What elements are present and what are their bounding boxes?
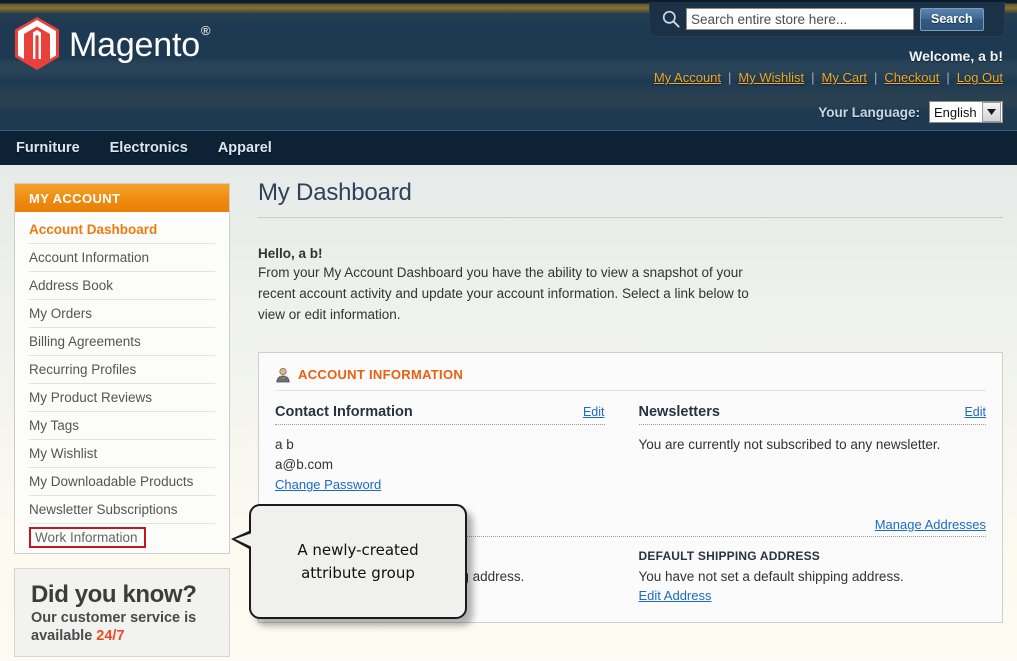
search-input[interactable] bbox=[686, 8, 914, 30]
sidebar-item-recurring-profiles[interactable]: Recurring Profiles bbox=[15, 356, 229, 384]
newsletters-section: Newsletters Edit You are currently not s… bbox=[631, 404, 987, 495]
link-my-cart[interactable]: My Cart bbox=[822, 70, 868, 85]
account-information-header: ACCOUNT INFORMATION bbox=[275, 367, 986, 391]
edit-newsletters-link[interactable]: Edit bbox=[964, 405, 986, 419]
default-shipping-address-body: You have not set a default shipping addr… bbox=[639, 567, 987, 606]
newsletters-header: Newsletters Edit bbox=[639, 404, 987, 425]
sidebar-heading: MY ACCOUNT bbox=[15, 184, 229, 212]
site-logo[interactable]: Magento® bbox=[14, 17, 209, 70]
chevron-down-icon bbox=[982, 102, 1001, 122]
account-links: My Account | My Wishlist | My Cart | Che… bbox=[654, 70, 1003, 85]
search-icon bbox=[661, 9, 681, 29]
link-my-wishlist[interactable]: My Wishlist bbox=[738, 70, 804, 85]
nav-item-electronics[interactable]: Electronics bbox=[110, 140, 188, 156]
sidebar-item-label[interactable]: My Tags bbox=[29, 412, 215, 440]
callout-pointer bbox=[231, 530, 251, 550]
sidebar-column: MY ACCOUNT Account Dashboard Account Inf… bbox=[0, 165, 244, 661]
magento-logo-icon bbox=[14, 17, 60, 70]
promo-line-2: available bbox=[31, 628, 96, 644]
intro-text: From your My Account Dashboard you have … bbox=[258, 263, 773, 326]
contact-information-title: Contact Information bbox=[275, 404, 413, 420]
sidebar-item-label[interactable]: My Orders bbox=[29, 300, 215, 328]
sidebar-item-my-product-reviews[interactable]: My Product Reviews bbox=[15, 384, 229, 412]
sidebar-item-label[interactable]: Billing Agreements bbox=[29, 328, 215, 356]
sidebar-item-address-book[interactable]: Address Book bbox=[15, 272, 229, 300]
sidebar-item-label[interactable]: Newsletter Subscriptions bbox=[29, 496, 215, 524]
search-button[interactable]: Search bbox=[920, 8, 984, 31]
callout-line-2: attribute group bbox=[301, 564, 415, 582]
default-shipping-address-title: DEFAULT SHIPPING ADDRESS bbox=[639, 549, 987, 563]
manage-addresses-link[interactable]: Manage Addresses bbox=[875, 517, 986, 532]
sidebar-item-account-information[interactable]: Account Information bbox=[15, 244, 229, 272]
change-password-link[interactable]: Change Password bbox=[275, 475, 605, 495]
link-my-account[interactable]: My Account bbox=[654, 70, 721, 85]
did-you-know-block: Did you know? Our customer service is av… bbox=[14, 568, 230, 657]
main-navigation: Furniture Electronics Apparel bbox=[0, 130, 1017, 165]
shipping-address-status: You have not set a default shipping addr… bbox=[639, 569, 904, 584]
did-you-know-title: Did you know? bbox=[31, 582, 215, 607]
magento-customer-dashboard-page: Magento® Search Welcome, a b! My Account… bbox=[0, 0, 1017, 661]
sidebar-item-billing-agreements[interactable]: Billing Agreements bbox=[15, 328, 229, 356]
link-checkout[interactable]: Checkout bbox=[884, 70, 939, 85]
sidebar-menu: Account Dashboard Account Information Ad… bbox=[15, 212, 229, 553]
sidebar-item-label[interactable]: Account Dashboard bbox=[29, 216, 215, 244]
sidebar-item-work-information[interactable]: Work Information bbox=[15, 524, 229, 551]
annotation-callout: A newly-created attribute group bbox=[249, 504, 467, 619]
logo-text: Magento® bbox=[69, 28, 209, 62]
links-separator: | bbox=[804, 70, 821, 85]
greeting: Hello, a b! bbox=[258, 246, 1003, 261]
customer-name: a b bbox=[275, 435, 605, 455]
sidebar-item-my-wishlist[interactable]: My Wishlist bbox=[15, 440, 229, 468]
contact-information-section: Contact Information Edit a b a@b.com Cha… bbox=[275, 404, 631, 495]
annotation-callout-text: A newly-created attribute group bbox=[297, 539, 418, 584]
promo-highlight: 24/7 bbox=[96, 628, 124, 644]
site-header: Magento® Search Welcome, a b! My Account… bbox=[0, 0, 1017, 130]
edit-shipping-address-link[interactable]: Edit Address bbox=[639, 588, 712, 603]
sidebar-item-label[interactable]: My Downloadable Products bbox=[29, 468, 215, 496]
links-separator: | bbox=[867, 70, 884, 85]
language-switcher: Your Language: English bbox=[818, 101, 1003, 123]
sidebar-item-account-dashboard[interactable]: Account Dashboard bbox=[15, 216, 229, 244]
sidebar-item-label[interactable]: My Wishlist bbox=[29, 440, 215, 468]
contact-information-body: a b a@b.com Change Password bbox=[275, 425, 605, 495]
search-bar: Search bbox=[649, 2, 1005, 37]
sidebar-item-label[interactable]: Work Information bbox=[29, 527, 146, 548]
welcome-message: Welcome, a b! bbox=[909, 48, 1003, 64]
sidebar-item-newsletter-subscriptions[interactable]: Newsletter Subscriptions bbox=[15, 496, 229, 524]
promo-line-1: Our customer service is bbox=[31, 610, 196, 626]
language-select[interactable]: English bbox=[929, 101, 1003, 123]
sidebar-item-label[interactable]: Recurring Profiles bbox=[29, 356, 215, 384]
language-selected-value: English bbox=[934, 105, 977, 120]
nav-item-furniture[interactable]: Furniture bbox=[16, 140, 80, 156]
info-columns: Contact Information Edit a b a@b.com Cha… bbox=[275, 404, 986, 495]
links-separator: | bbox=[721, 70, 738, 85]
callout-line-1: A newly-created bbox=[297, 541, 418, 559]
sidebar-item-my-orders[interactable]: My Orders bbox=[15, 300, 229, 328]
language-label: Your Language: bbox=[818, 105, 920, 120]
page-body: MY ACCOUNT Account Dashboard Account Inf… bbox=[0, 165, 1017, 661]
links-separator: | bbox=[939, 70, 956, 85]
registered-mark: ® bbox=[201, 23, 210, 38]
nav-item-apparel[interactable]: Apparel bbox=[218, 140, 272, 156]
newsletters-status: You are currently not subscribed to any … bbox=[639, 425, 987, 455]
sidebar-item-my-tags[interactable]: My Tags bbox=[15, 412, 229, 440]
contact-information-header: Contact Information Edit bbox=[275, 404, 605, 425]
edit-contact-information-link[interactable]: Edit bbox=[583, 405, 605, 419]
page-title: My Dashboard bbox=[258, 179, 1003, 218]
default-shipping-address-block: DEFAULT SHIPPING ADDRESS You have not se… bbox=[631, 549, 987, 606]
user-avatar-icon bbox=[275, 367, 291, 383]
my-account-nav-block: MY ACCOUNT Account Dashboard Account Inf… bbox=[14, 183, 230, 554]
did-you-know-text: Our customer service is available 24/7 bbox=[31, 610, 215, 645]
account-information-title: ACCOUNT INFORMATION bbox=[298, 367, 463, 382]
sidebar-item-my-downloadable-products[interactable]: My Downloadable Products bbox=[15, 468, 229, 496]
customer-email: a@b.com bbox=[275, 455, 605, 475]
newsletters-title: Newsletters bbox=[639, 404, 720, 420]
link-log-out[interactable]: Log Out bbox=[957, 70, 1003, 85]
sidebar-item-label[interactable]: Account Information bbox=[29, 244, 215, 272]
sidebar-item-label[interactable]: Address Book bbox=[29, 272, 215, 300]
sidebar-item-label[interactable]: My Product Reviews bbox=[29, 384, 215, 412]
